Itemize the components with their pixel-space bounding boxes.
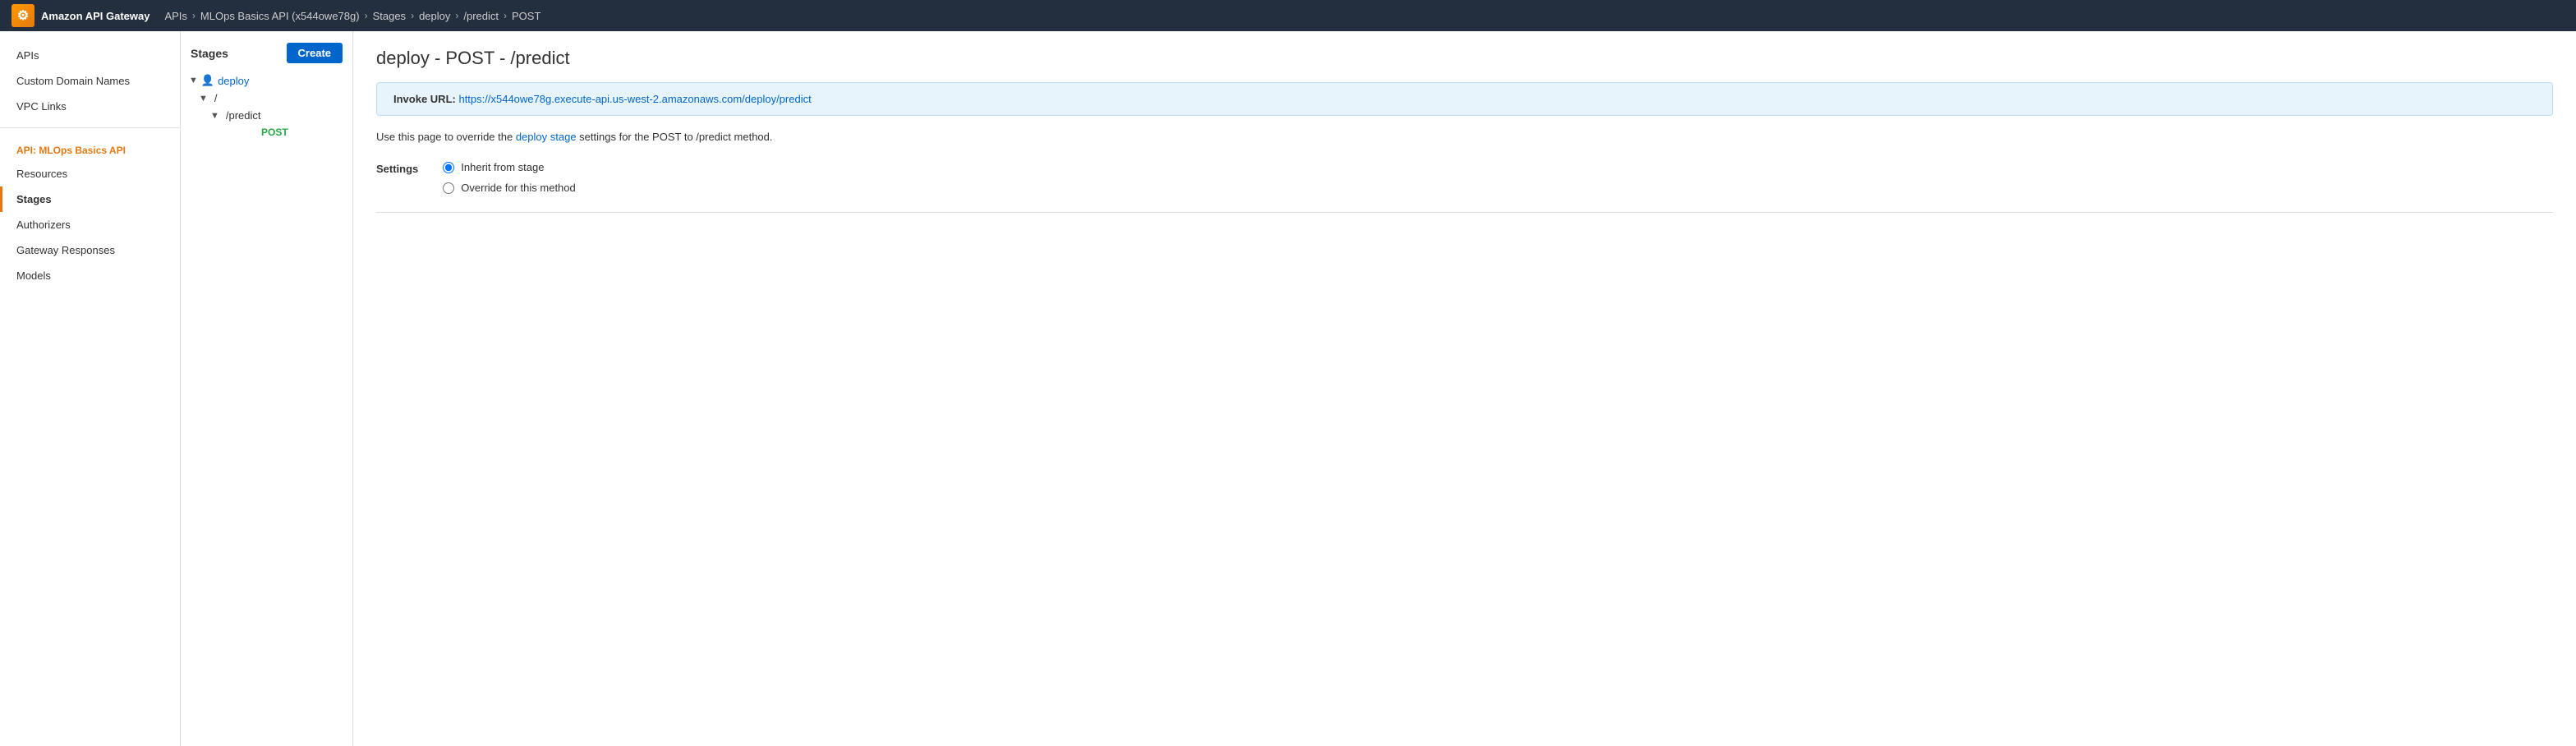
post-method-label: POST — [261, 127, 288, 138]
api-name: MLOps Basics API — [39, 145, 126, 156]
create-button[interactable]: Create — [287, 43, 343, 63]
api-label-prefix: API: — [16, 145, 36, 156]
logo-icon: ⚙ — [12, 4, 34, 27]
tree-deploy-item[interactable]: ▼ 👤 deploy — [181, 71, 352, 90]
sidebar-item-gateway-responses[interactable]: Gateway Responses — [0, 237, 180, 263]
slash-arrow-icon: ▼ — [199, 94, 208, 104]
logo-text: Amazon API Gateway — [41, 10, 150, 22]
override-label: Override for this method — [461, 182, 575, 194]
override-option[interactable]: Override for this method — [443, 182, 575, 194]
stages-title: Stages — [191, 47, 228, 60]
main-layout: APIs Custom Domain Names VPC Links API: … — [0, 31, 2576, 746]
stages-header: Stages Create — [181, 39, 352, 71]
inherit-radio[interactable] — [443, 162, 454, 173]
breadcrumb: APIs › MLOps Basics API (x544owe78g) › S… — [164, 10, 540, 22]
inherit-label: Inherit from stage — [461, 161, 544, 173]
logo: ⚙ Amazon API Gateway — [12, 4, 150, 27]
sidebar-item-vpc-links[interactable]: VPC Links — [0, 94, 180, 119]
breadcrumb-predict[interactable]: /predict — [463, 10, 499, 22]
sidebar-item-apis[interactable]: APIs — [0, 43, 180, 68]
content-divider — [376, 212, 2553, 213]
sidebar-item-resources[interactable]: Resources — [0, 161, 180, 186]
sidebar-item-stages[interactable]: Stages — [0, 186, 180, 212]
deploy-arrow-icon: ▼ — [189, 76, 198, 85]
tree-slash-item[interactable]: ▼ / — [181, 90, 352, 107]
invoke-url-link[interactable]: https://x544owe78g.execute-api.us-west-2… — [458, 93, 811, 105]
deploy-stage-icon: 👤 — [201, 74, 214, 87]
deploy-stage-link[interactable]: deploy stage — [516, 131, 577, 143]
sidebar-item-models[interactable]: Models — [0, 263, 180, 288]
settings-section: Settings Inherit from stage Override for… — [376, 161, 2553, 194]
stages-panel: Stages Create ▼ 👤 deploy ▼ / ▼ /predict … — [181, 31, 353, 746]
predict-label: /predict — [226, 109, 261, 122]
slash-label: / — [214, 92, 218, 104]
breadcrumb-post[interactable]: POST — [512, 10, 540, 22]
sidebar-item-custom-domain[interactable]: Custom Domain Names — [0, 68, 180, 94]
sidebar: APIs Custom Domain Names VPC Links API: … — [0, 31, 181, 746]
inherit-from-stage-option[interactable]: Inherit from stage — [443, 161, 575, 173]
settings-options: Inherit from stage Override for this met… — [443, 161, 575, 194]
description-text: Use this page to override the deploy sta… — [376, 131, 2553, 143]
description-prefix: Use this page to override the — [376, 131, 516, 143]
breadcrumb-apis[interactable]: APIs — [164, 10, 186, 22]
override-radio[interactable] — [443, 182, 454, 194]
breadcrumb-api-name[interactable]: MLOps Basics API (x544owe78g) — [200, 10, 360, 22]
deploy-stage-label[interactable]: deploy — [218, 75, 249, 87]
sidebar-api-label: API: MLOps Basics API — [0, 136, 180, 161]
invoke-url-bar: Invoke URL: https://x544owe78g.execute-a… — [376, 82, 2553, 116]
sidebar-item-authorizers[interactable]: Authorizers — [0, 212, 180, 237]
predict-arrow-icon: ▼ — [210, 111, 219, 121]
description-suffix: settings for the POST to /predict method… — [577, 131, 773, 143]
stages-panel-wrapper: Stages Create ▼ 👤 deploy ▼ / ▼ /predict … — [181, 31, 353, 746]
breadcrumb-stages[interactable]: Stages — [373, 10, 406, 22]
content-panel: deploy - POST - /predict Invoke URL: htt… — [353, 31, 2576, 746]
settings-label: Settings — [376, 161, 418, 175]
top-bar: ⚙ Amazon API Gateway APIs › MLOps Basics… — [0, 0, 2576, 31]
sidebar-divider — [0, 127, 180, 128]
breadcrumb-deploy[interactable]: deploy — [419, 10, 450, 22]
invoke-url-label: Invoke URL: — [393, 93, 456, 105]
page-title: deploy - POST - /predict — [376, 48, 2553, 69]
tree-post-item[interactable]: POST — [181, 124, 352, 140]
tree-predict-item[interactable]: ▼ /predict — [181, 107, 352, 124]
